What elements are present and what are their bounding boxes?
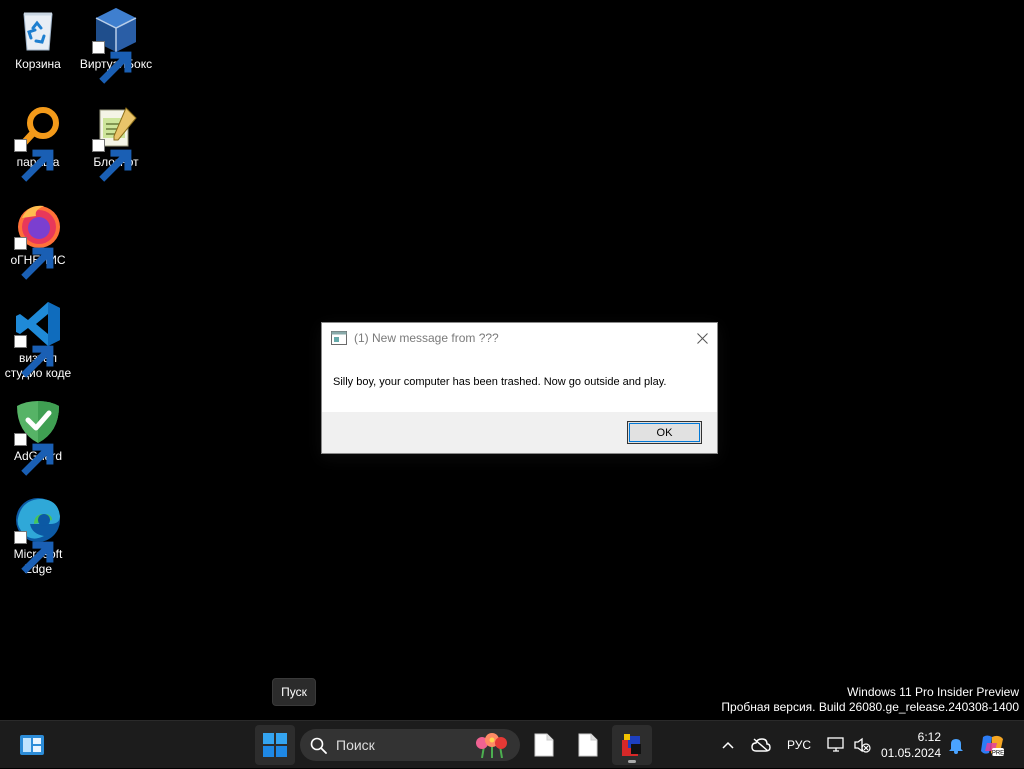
taskbar-file-1[interactable] [524,725,564,765]
notifications-button[interactable] [944,721,968,769]
monitor-icon [827,737,844,752]
watermark-build: Пробная версия. Build 26080.ge_release.2… [721,700,1019,714]
taskbar-search-box[interactable]: Поиск [300,729,520,761]
ok-button[interactable]: OK [627,421,702,444]
shortcut-arrow-icon [92,139,132,182]
taskbar: Поиск РУС 6:12 01.05.2024 PRE [0,720,1024,768]
show-hidden-icons-button[interactable] [716,721,740,769]
adguard-icon [14,398,62,476]
desktop: Корзина ВиртуалБокс параша Блокнот оГНЕЛ… [0,0,1024,720]
shortcut-arrow-icon [14,139,54,182]
shortcut-arrow-icon [14,531,54,574]
copilot-button[interactable]: PRE [978,721,1006,769]
widgets-icon [20,735,44,755]
network-tray-button[interactable] [824,721,848,769]
firefox-icon [14,202,62,280]
language-indicator[interactable]: РУС [782,721,816,769]
message-dialog: (1) New message from ??? Silly boy, your… [321,322,718,454]
desktop-icon-notepad[interactable]: Блокнот [78,104,154,182]
virtualbox-icon [92,6,140,84]
dialog-close-button[interactable] [687,323,717,353]
search-magnifier-icon [14,104,62,182]
cloud-offline-icon [751,738,771,752]
desktop-icon-vscode[interactable]: визуал студио коде [0,300,76,381]
clock-time: 6:12 [917,730,941,744]
shortcut-arrow-icon [14,335,54,378]
svg-text:PRE: PRE [992,751,1004,757]
onedrive-tray-button[interactable] [748,721,774,769]
desktop-icon-virtualbox[interactable]: ВиртуалБокс [78,6,154,84]
desktop-icon-edge[interactable]: Microsoft Edge [0,496,76,577]
close-icon [696,332,708,344]
cube-app-icon [622,734,641,756]
running-indicator [628,760,636,763]
copilot-icon: PRE [981,735,1004,757]
bell-icon [949,739,963,754]
dialog-footer: OK [322,412,717,453]
desktop-icon-firefox[interactable]: оГНЕЛИС [0,202,76,280]
vscode-icon [14,300,62,378]
file-icon [578,733,598,757]
widgets-button[interactable] [12,725,52,765]
windows-logo-icon [263,733,287,757]
desktop-icon-recycle-bin[interactable]: Корзина [0,6,76,72]
desktop-icon-label: Корзина [15,57,61,71]
start-button[interactable] [255,725,295,765]
shortcut-arrow-icon [92,41,132,84]
chevron-up-icon [722,741,734,749]
search-placeholder: Поиск [336,737,375,753]
dialog-body: Silly boy, your computer has been trashe… [322,353,717,412]
edge-icon [14,496,62,574]
desktop-icon-parasha[interactable]: параша [0,104,76,182]
watermark-edition: Windows 11 Pro Insider Preview [847,685,1019,699]
dialog-message: Silly boy, your computer has been trashe… [333,376,667,388]
volume-tray-button[interactable] [850,721,874,769]
taskbar-clock[interactable]: 6:12 01.05.2024 [881,729,941,761]
desktop-icon-adguard[interactable]: AdGuard [0,398,76,476]
windows-watermark: Windows 11 Pro Insider Preview Пробная в… [721,685,1019,715]
window-app-icon [331,331,347,345]
shortcut-arrow-icon [14,237,54,280]
start-tooltip: Пуск [272,678,316,706]
file-icon [534,733,554,757]
clock-date: 01.05.2024 [880,746,941,760]
notepad-icon [92,104,140,182]
taskbar-file-2[interactable] [568,725,608,765]
shortcut-arrow-icon [14,433,54,476]
volume-muted-icon [854,737,871,753]
taskbar-running-app[interactable] [612,725,652,765]
recycle-bin-icon [14,6,62,54]
dialog-title: (1) New message from ??? [354,331,499,345]
dialog-titlebar[interactable]: (1) New message from ??? [322,323,717,353]
search-highlight-flowers-icon [476,733,507,758]
search-icon [310,737,327,754]
